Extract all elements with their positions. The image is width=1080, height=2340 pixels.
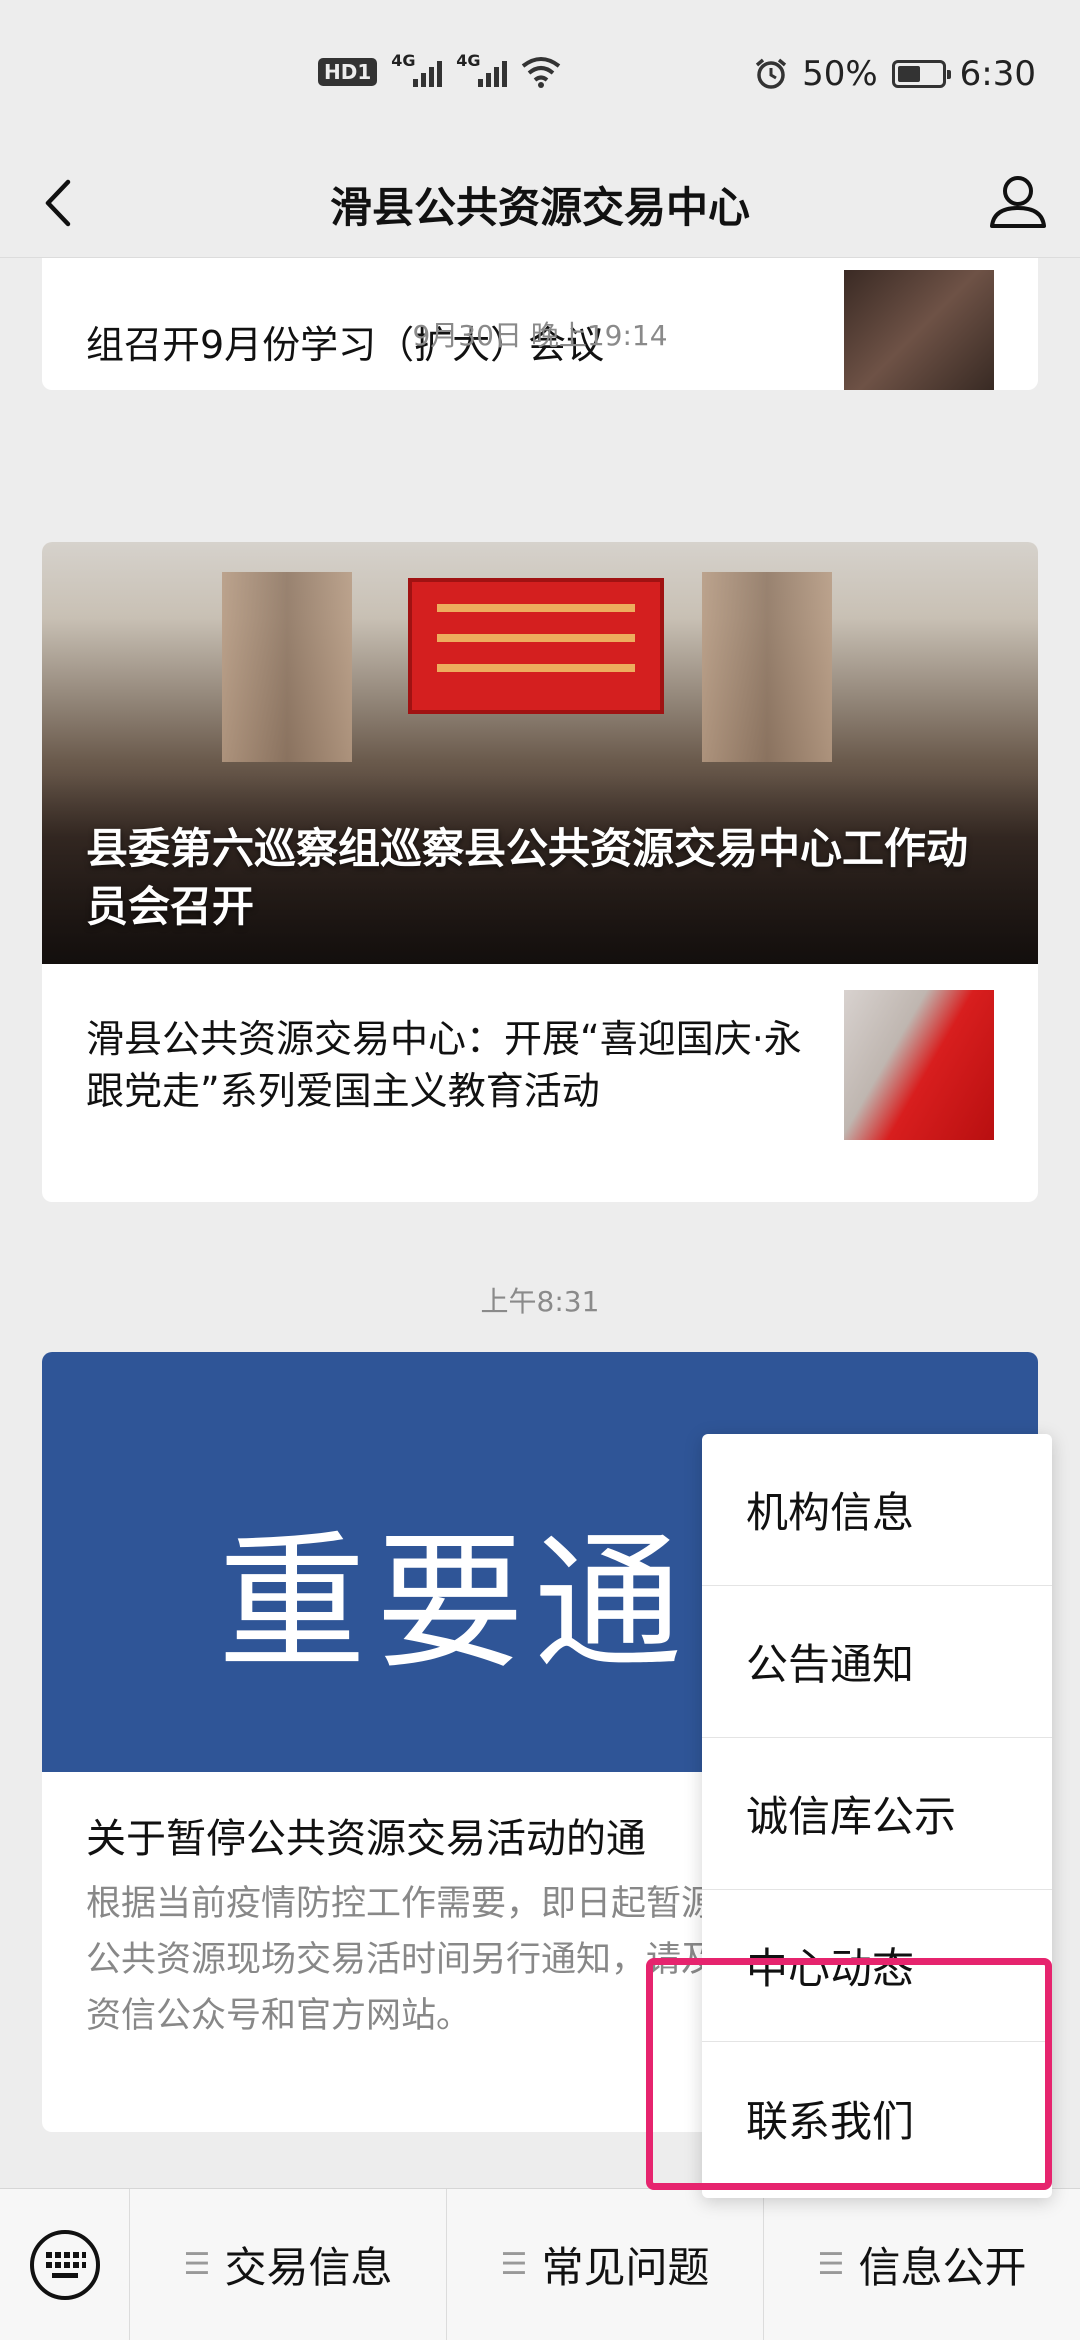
clock: 6:30 [959, 54, 1036, 94]
bottom-menu-label: 信息公开 [858, 2243, 1027, 2292]
menu-item-org-info[interactable]: 机构信息 [702, 1434, 1052, 1586]
menu-item-announcements[interactable]: 公告通知 [702, 1586, 1052, 1738]
bottom-menu-bar: ☰ 交易信息 ☰ 常见问题 ☰ 信息公开 [0, 2188, 1080, 2340]
battery-icon [891, 60, 951, 88]
bottom-menu-trade-info[interactable]: ☰ 交易信息 [130, 2189, 447, 2340]
signal-icon: 4G [391, 51, 443, 87]
nav-bar: 滑县公共资源交易中心 [0, 150, 1080, 258]
status-bar: HD1 4G 4G 50% 6:30 [0, 0, 1080, 150]
menu-item-credit-database[interactable]: 诚信库公示 [702, 1738, 1052, 1890]
hero-caption: 县委第六巡察组巡察县公共资源交易中心工作动员会召开 [86, 824, 969, 931]
keyboard-icon [29, 2230, 100, 2300]
hero-image[interactable]: 县委第六巡察组巡察县公共资源交易中心工作动员会召开 [42, 542, 1038, 964]
network-type-2: 4G [456, 51, 481, 70]
notice-banner-text: 重要通 [218, 1517, 692, 1689]
article-item[interactable]: 滑县公共资源交易中心：开展“喜迎国庆·永跟党走”系列爱国主义教育活动 [86, 990, 994, 1140]
signal-icon: 4G [456, 51, 508, 87]
menu-item-center-news[interactable]: 中心动态 [702, 1890, 1052, 2042]
submenu-popup: 机构信息 公告通知 诚信库公示 中心动态 联系我们 [702, 1434, 1052, 2198]
menu-lines-icon: ☰ [817, 2247, 845, 2282]
curtain-decoration [222, 572, 352, 762]
status-left: HD1 4G 4G [318, 51, 561, 88]
article-title: 关于暂停公共资源交易活动的通 [86, 1816, 646, 1862]
menu-lines-icon: ☰ [500, 2247, 528, 2282]
article-thumbnail [844, 990, 994, 1140]
bottom-menu-faq[interactable]: ☰ 常见问题 [447, 2189, 764, 2340]
bottom-menu-label: 交易信息 [224, 2243, 393, 2292]
hd-badge: HD1 [318, 58, 378, 86]
menu-item-contact-us[interactable]: 联系我们 [702, 2042, 1052, 2194]
profile-button[interactable] [982, 166, 1054, 238]
bottom-menu-label: 常见问题 [541, 2243, 710, 2292]
battery-percent: 50% [802, 54, 878, 94]
timestamp: 9月30日 晚上19:14 [412, 319, 668, 352]
timestamp: 上午8:31 [480, 1285, 600, 1318]
network-type-1: 4G [391, 51, 416, 70]
article-card[interactable]: 县委第六巡察组巡察县公共资源交易中心工作动员会召开 滑县公共资源交易中心：开展“… [42, 542, 1038, 1202]
person-icon [990, 176, 1046, 228]
keyboard-toggle-button[interactable] [0, 2189, 130, 2340]
status-right: 50% 6:30 [754, 54, 1036, 94]
alarm-icon [755, 58, 787, 89]
wifi-icon [522, 57, 561, 88]
menu-lines-icon: ☰ [183, 2247, 211, 2282]
bottom-menu-info-public[interactable]: ☰ 信息公开 [764, 2189, 1080, 2340]
page-title: 滑县公共资源交易中心 [329, 183, 750, 232]
curtain-decoration [702, 572, 832, 762]
article-title: 滑县公共资源交易中心：开展“喜迎国庆·永跟党走”系列爱国主义教育活动 [86, 1017, 802, 1113]
meeting-banner [408, 578, 664, 714]
